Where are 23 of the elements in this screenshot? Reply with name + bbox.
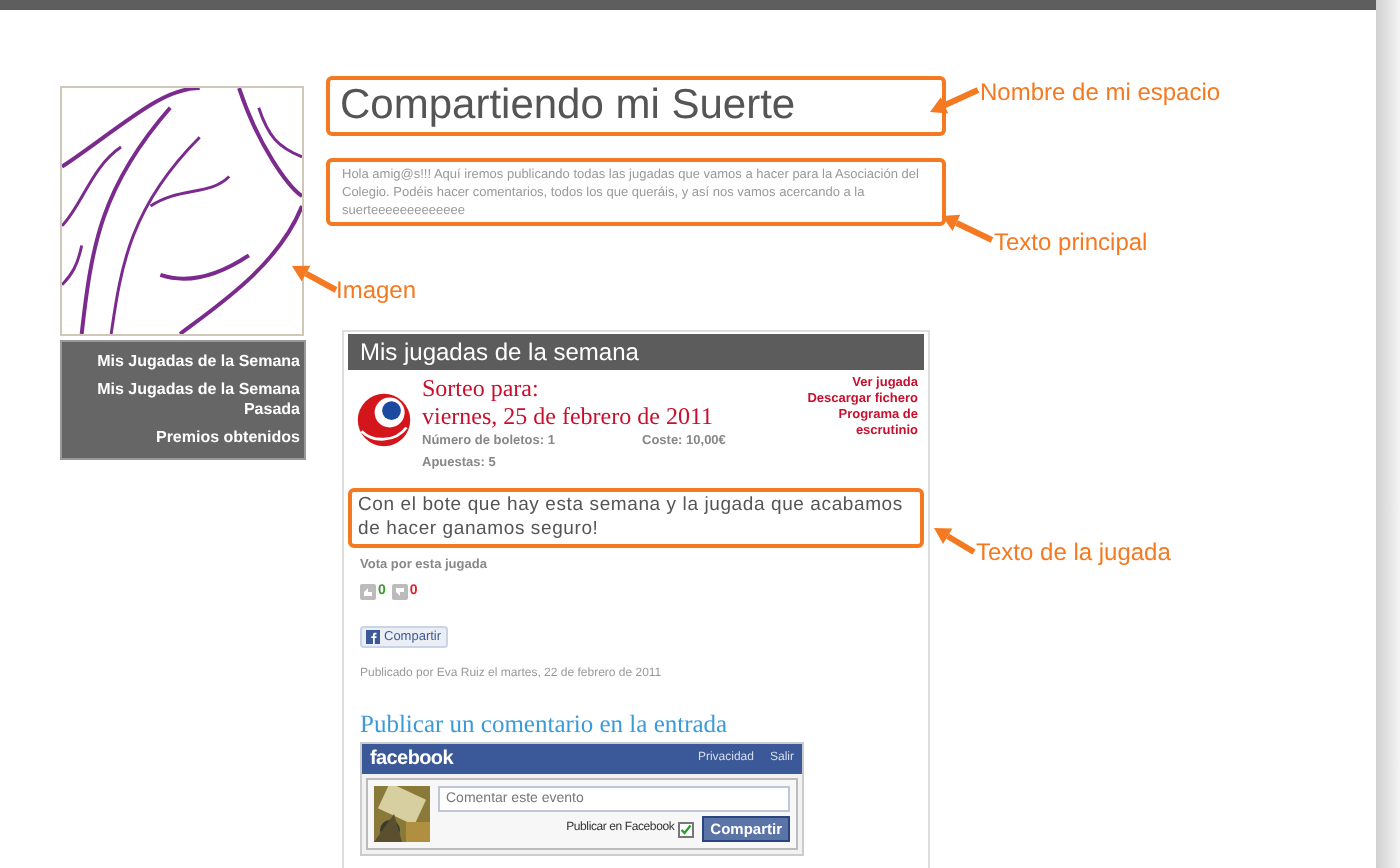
- post-text: Con el bote que hay esta semana y la jugada que acabamos de hacer ganamos seguro!: [348, 488, 924, 548]
- comments-heading: Publicar un comentario en la entrada: [360, 710, 730, 739]
- sidebar-link[interactable]: Mis Jugadas de la Semana Pasada: [66, 380, 300, 420]
- lottery-logo-icon: [354, 388, 414, 452]
- post-title: Mis jugadas de la semana: [348, 334, 924, 370]
- annotation-label: Texto de la jugada: [976, 536, 1171, 570]
- facebook-logo: facebook: [370, 746, 454, 775]
- arrow: [292, 265, 338, 293]
- annotation-label: Imagen: [336, 274, 417, 308]
- arrow: [942, 214, 994, 243]
- facebook-icon: [366, 630, 380, 645]
- sidebar-link[interactable]: Mis Jugadas de la Semana: [97, 352, 300, 372]
- annotation-label: Nombre de mi espacio: [980, 76, 1221, 110]
- draw-label: Sorteo para:: [422, 376, 541, 402]
- arrow: [930, 87, 980, 114]
- annotation-label: Texto principal: [994, 226, 1148, 260]
- thumbs-up-icon[interactable]: [360, 584, 376, 600]
- blog-title: Compartiendo mi Suerte: [326, 76, 946, 136]
- thumbs-down-icon[interactable]: [391, 584, 408, 600]
- draw-date: viernes, 25 de febrero de 2011: [422, 402, 715, 430]
- arrow: [934, 528, 976, 555]
- publish-checkbox[interactable]: [678, 821, 695, 838]
- sidebar-link[interactable]: Premios obtenidos: [155, 428, 300, 448]
